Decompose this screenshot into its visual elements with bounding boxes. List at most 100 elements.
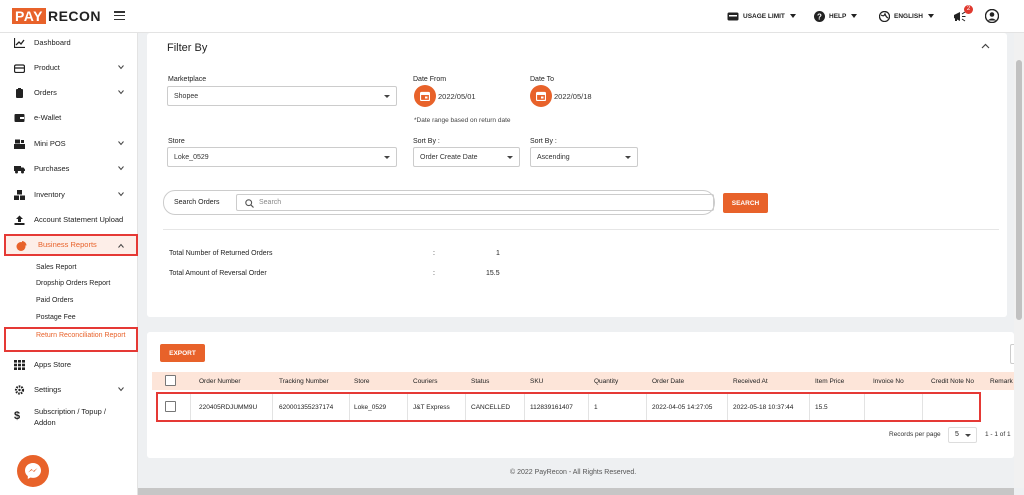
sidebar-item-subscription[interactable]: $ Subscription / Topup / Addon: [0, 405, 138, 429]
caret-down-icon: [384, 156, 390, 159]
search-placeholder: Search: [259, 199, 282, 206]
sidebar-subitem-postage-fee[interactable]: Postage Fee: [36, 314, 76, 321]
svg-text:?: ?: [817, 12, 822, 21]
sidebar-item-label: Account Statement Upload: [34, 215, 124, 224]
sidebar-item-inventory[interactable]: Inventory: [0, 186, 138, 204]
store-value: Loke_0529: [174, 154, 209, 161]
calendar-icon: [536, 91, 546, 101]
globe-icon: [879, 10, 890, 22]
sidebar-item-apps-store[interactable]: Apps Store: [0, 356, 138, 374]
horizontal-scrollbar[interactable]: [138, 488, 1014, 495]
store-select[interactable]: Loke_0529: [167, 147, 397, 167]
export-button[interactable]: EXPORT: [160, 344, 205, 362]
sort-by-label: Sort By :: [413, 138, 440, 145]
upload-icon: [14, 215, 25, 225]
gear-icon: [14, 385, 25, 395]
sidebar-item-mini-pos[interactable]: Mini POS: [0, 135, 138, 153]
marketplace-label: Marketplace: [168, 76, 207, 83]
row-checkbox[interactable]: [165, 401, 176, 412]
filter-card: [147, 33, 1007, 317]
column-header[interactable]: Credit Note No: [931, 378, 974, 385]
sort-by-field-select[interactable]: Order Create Date: [413, 147, 520, 167]
column-header[interactable]: SKU: [530, 378, 543, 385]
sidebar-item-product[interactable]: Product: [0, 59, 138, 77]
column-header[interactable]: Remark: [990, 378, 1013, 385]
store-label: Store: [168, 138, 185, 145]
column-header[interactable]: Store: [354, 378, 370, 385]
total-reversal-label: Total Amount of Reversal Order: [169, 270, 267, 277]
sidebar-subitem-paid-orders[interactable]: Paid Orders: [36, 297, 73, 304]
date-from-label: Date From: [413, 76, 447, 83]
sidebar-subitem-return-reconciliation-report[interactable]: Return Reconciliation Report: [4, 327, 138, 352]
menu-toggle-icon[interactable]: [114, 11, 125, 20]
vertical-scroll-thumb[interactable]: [1016, 60, 1022, 320]
messenger-chat-button[interactable]: [17, 455, 49, 487]
sort-by-field-value: Order Create Date: [420, 154, 478, 161]
sidebar-item-label: Purchases: [34, 164, 70, 173]
logo-recon: RECON: [47, 8, 102, 24]
sidebar-subitem-dropship-orders-report[interactable]: Dropship Orders Report: [36, 280, 110, 287]
column-header[interactable]: Quantity: [594, 378, 618, 385]
chevron-up-icon[interactable]: [981, 43, 990, 49]
sidebar-item-ewallet[interactable]: e-Wallet: [0, 109, 138, 127]
sidebar-item-business-reports[interactable]: Business Reports: [4, 234, 138, 256]
column-header[interactable]: Tracking Number: [279, 378, 329, 385]
date-to-value: 2022/05/18: [554, 92, 592, 101]
search-orders-bar: Search Orders Search: [163, 190, 715, 215]
filter-title: Filter By: [167, 42, 208, 54]
search-icon: [245, 199, 254, 208]
megaphone-icon[interactable]: [953, 11, 966, 24]
sidebar-subitem-sales-report[interactable]: Sales Report: [36, 264, 76, 271]
column-header[interactable]: Couriers: [413, 378, 438, 385]
colon: :: [433, 250, 435, 257]
date-from-picker[interactable]: [414, 85, 436, 107]
usage-limit-menu[interactable]: USAGE LIMIT: [727, 9, 796, 23]
dollar-icon: $: [14, 410, 21, 422]
cell-tracking-number: 620001355237174: [279, 404, 334, 411]
cell-divider: [407, 394, 408, 420]
sidebar-item-dashboard[interactable]: Dashboard: [0, 34, 138, 52]
cell-status: CANCELLED: [471, 404, 511, 411]
cell-divider: [646, 394, 647, 420]
search-button[interactable]: SEARCH: [723, 193, 768, 213]
sidebar-item-label: Subscription / Topup /: [34, 407, 106, 416]
total-returned-label: Total Number of Returned Orders: [169, 250, 273, 257]
total-returned-value: 1: [496, 250, 500, 257]
column-header[interactable]: Invoice No: [873, 378, 904, 385]
sidebar-item-account-statement-upload[interactable]: Account Statement Upload: [0, 211, 138, 229]
logo-pay: PAY: [12, 8, 46, 24]
cell-received-at: 2022-05-18 10:37:44: [733, 404, 794, 411]
column-header[interactable]: Received At: [733, 378, 768, 385]
column-header[interactable]: Order Date: [652, 378, 684, 385]
caret-down-icon: [384, 95, 390, 98]
column-header[interactable]: Status: [471, 378, 489, 385]
marketplace-value: Shopee: [174, 93, 199, 100]
sort-order-select[interactable]: Ascending: [530, 147, 638, 167]
marketplace-select[interactable]: Shopee: [167, 86, 397, 106]
sidebar-item-settings[interactable]: Settings: [0, 381, 138, 399]
cell-divider: [524, 394, 525, 420]
cell-order-number: 220405RDJUMM9U: [199, 404, 258, 411]
pie-chart-icon: [16, 241, 27, 251]
payrecon-logo[interactable]: PAY RECON: [12, 8, 101, 24]
grid-icon: [14, 360, 25, 370]
user-avatar-icon[interactable]: [984, 8, 1000, 25]
records-per-page-select[interactable]: 5: [948, 427, 977, 443]
column-header[interactable]: Item Price: [815, 378, 844, 385]
sidebar-item-label: Addon: [34, 418, 56, 427]
cell-quantity: 1: [594, 404, 598, 411]
top-bar: PAY RECON USAGE LIMIT ? HELP ENGLISH 2: [0, 0, 1024, 33]
date-to-picker[interactable]: [530, 85, 552, 107]
usage-limit-icon: [727, 12, 739, 20]
chevron-down-icon: [118, 141, 124, 146]
help-menu[interactable]: ? HELP: [814, 9, 858, 23]
sidebar-item-purchases[interactable]: Purchases: [0, 160, 138, 178]
sidebar-item-orders[interactable]: Orders: [0, 84, 138, 102]
column-header[interactable]: Order Number: [199, 378, 241, 385]
sidebar-item-label: Settings: [34, 385, 62, 394]
date-from-value: 2022/05/01: [438, 92, 476, 101]
select-all-checkbox[interactable]: [165, 375, 176, 386]
sidebar-item-label: Product: [34, 63, 60, 72]
search-input[interactable]: Search: [236, 194, 714, 211]
language-menu[interactable]: ENGLISH: [879, 9, 934, 23]
